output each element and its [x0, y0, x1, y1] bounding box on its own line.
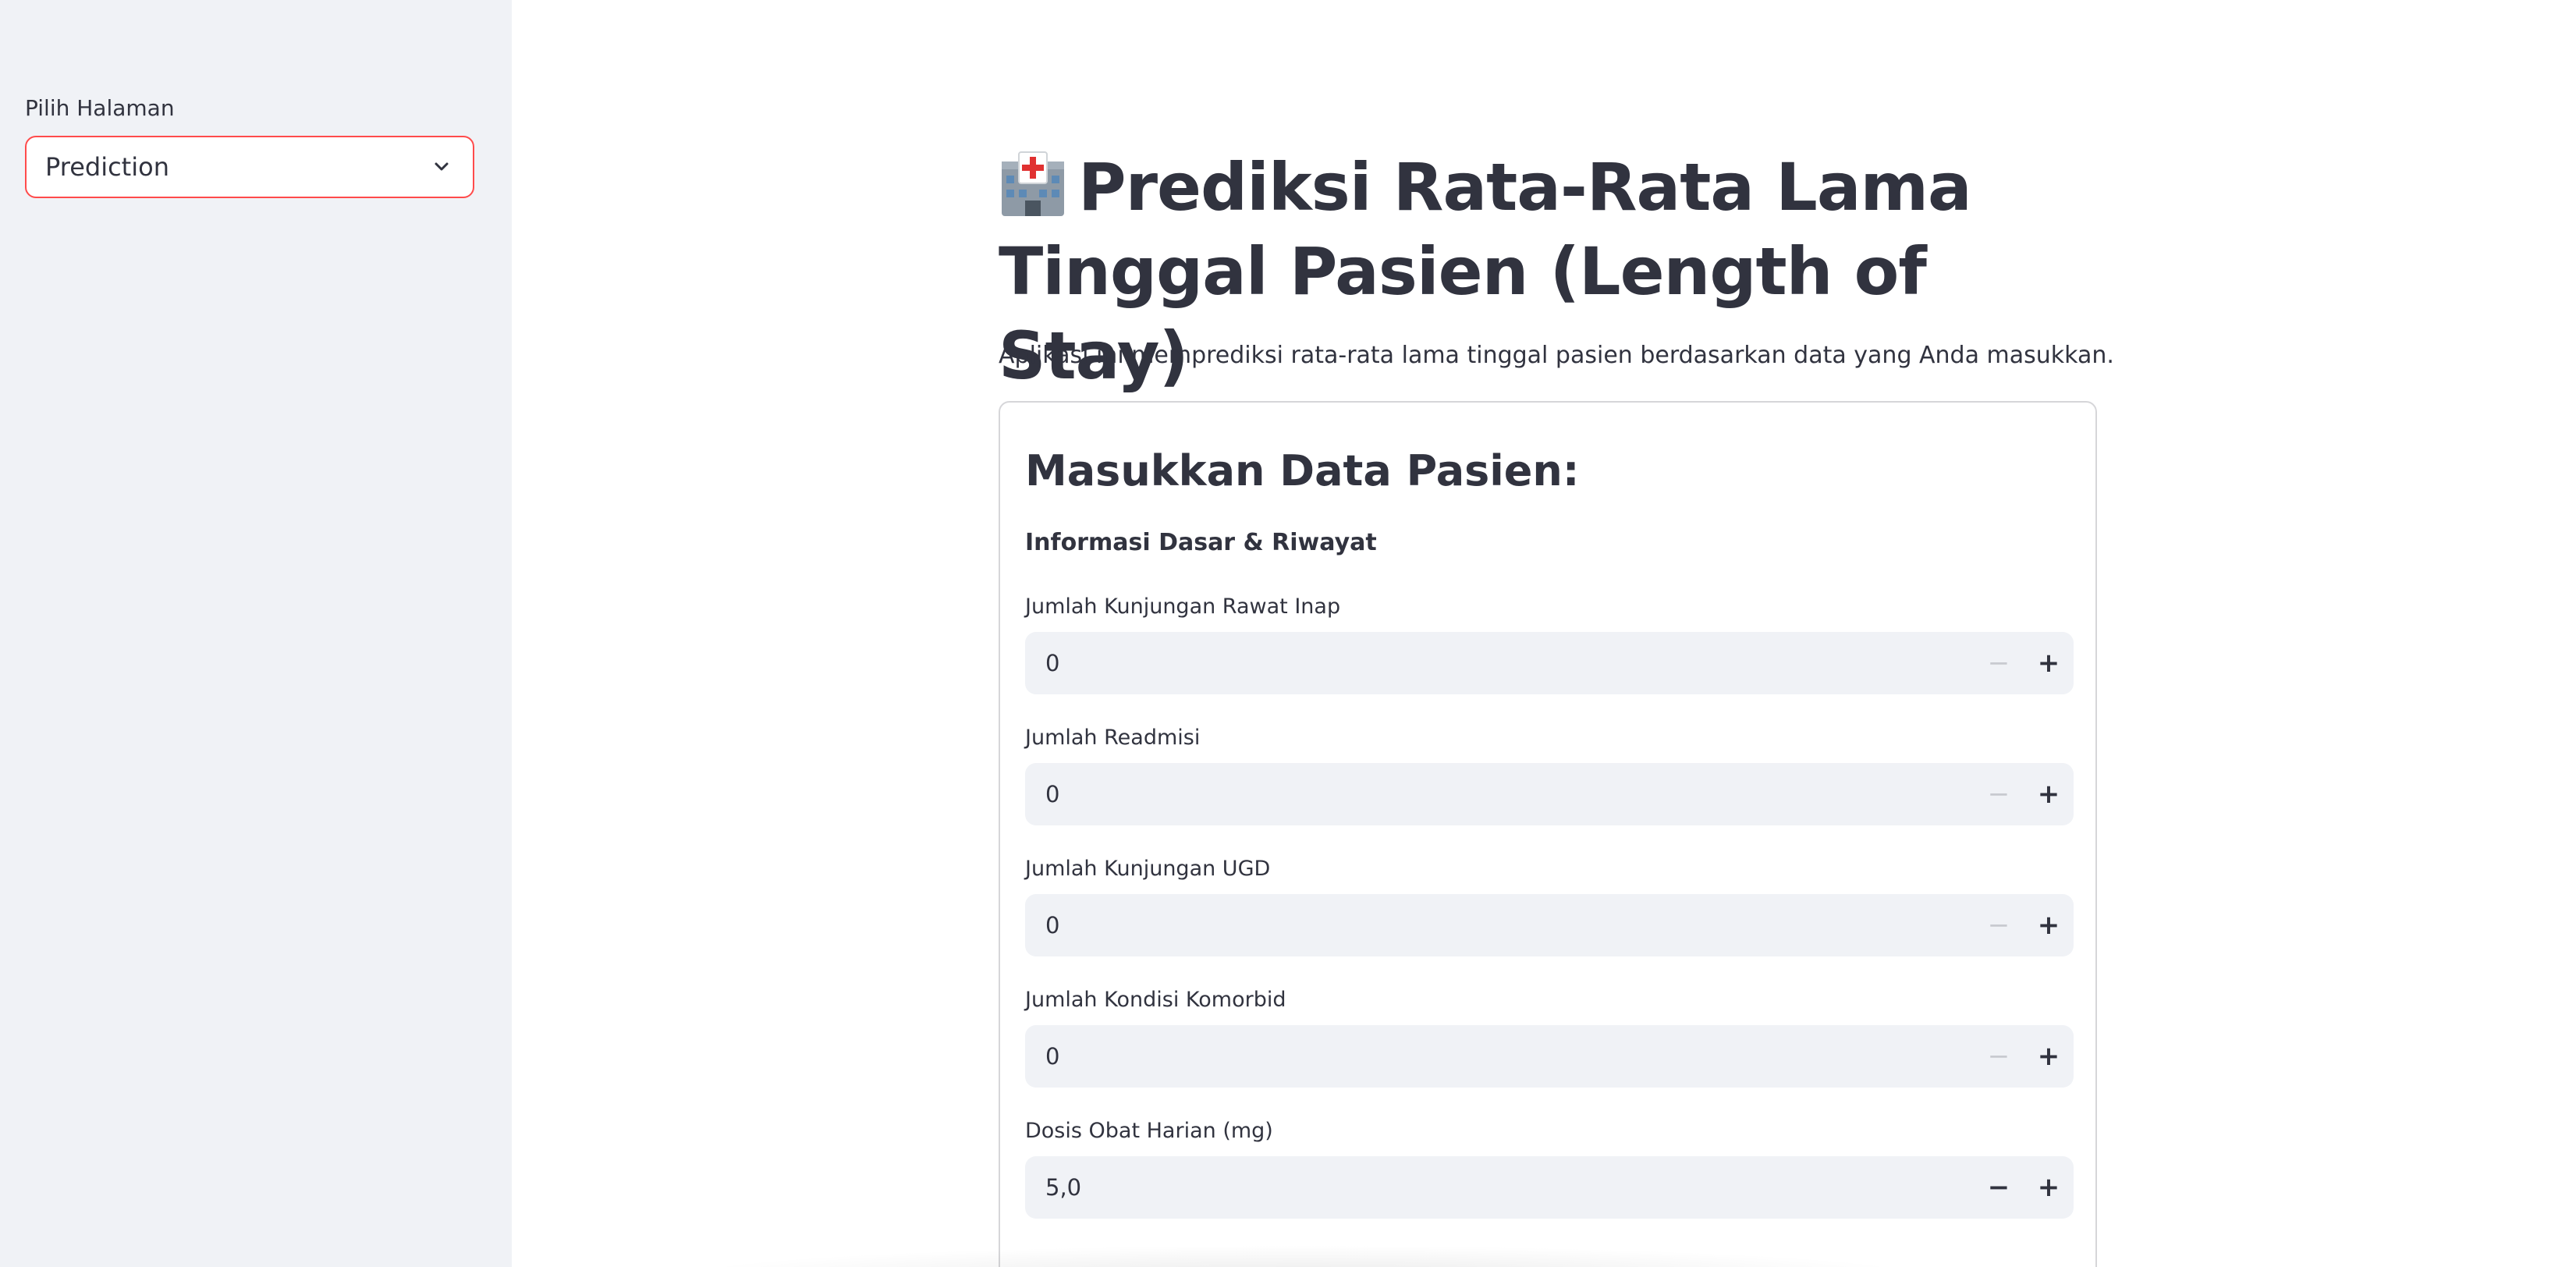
app-root: Pilih Halaman Prediction Prediksi Rata-R…: [0, 0, 2576, 1267]
chevron-down-icon: [429, 154, 454, 179]
field-label-daily-drug-dose: Dosis Obat Harian (mg): [1025, 1119, 1273, 1143]
decrement-button[interactable]: −: [1974, 894, 2024, 956]
comorbid-conditions-stepper: − +: [1025, 1025, 2074, 1088]
patient-form: Masukkan Data Pasien: Informasi Dasar & …: [999, 401, 2097, 1267]
field-label-er-visits: Jumlah Kunjungan UGD: [1025, 857, 1271, 881]
decrement-button[interactable]: −: [1974, 632, 2024, 694]
page-select-value: Prediction: [45, 152, 169, 182]
comorbid-conditions-input[interactable]: [1025, 1025, 1974, 1088]
page-select[interactable]: Prediction: [25, 136, 474, 198]
er-visits-stepper: − +: [1025, 894, 2074, 956]
field-label-comorbid-conditions: Jumlah Kondisi Komorbid: [1025, 988, 1286, 1012]
page-description: Aplikasi ini memprediksi rata-rata lama …: [999, 342, 2114, 369]
sidebar: Pilih Halaman Prediction: [0, 0, 512, 1267]
daily-drug-dose-input[interactable]: [1025, 1156, 1974, 1219]
decrement-button[interactable]: −: [1974, 763, 2024, 825]
increment-button[interactable]: +: [2024, 894, 2074, 956]
decrement-button[interactable]: −: [1974, 1025, 2024, 1088]
readmissions-stepper: − +: [1025, 763, 2074, 825]
er-visits-input[interactable]: [1025, 894, 1974, 956]
main-content: Prediksi Rata-Rata Lama Tinggal Pasien (…: [512, 0, 2576, 1267]
daily-drug-dose-stepper: − +: [1025, 1156, 2074, 1219]
decrement-button[interactable]: −: [1974, 1156, 2024, 1219]
increment-button[interactable]: +: [2024, 763, 2074, 825]
hospital-icon: [999, 149, 1067, 218]
readmissions-input[interactable]: [1025, 763, 1974, 825]
field-label-readmissions: Jumlah Readmisi: [1025, 726, 1201, 750]
field-label-inpatient-visits: Jumlah Kunjungan Rawat Inap: [1025, 594, 1341, 619]
inpatient-visits-input[interactable]: [1025, 632, 1974, 694]
form-heading: Masukkan Data Pasien:: [1025, 446, 1580, 495]
increment-button[interactable]: +: [2024, 632, 2074, 694]
increment-button[interactable]: +: [2024, 1156, 2074, 1219]
increment-button[interactable]: +: [2024, 1025, 2074, 1088]
form-subheading: Informasi Dasar & Riwayat: [1025, 529, 1377, 556]
inpatient-visits-stepper: − +: [1025, 632, 2074, 694]
page-select-label: Pilih Halaman: [25, 95, 175, 121]
